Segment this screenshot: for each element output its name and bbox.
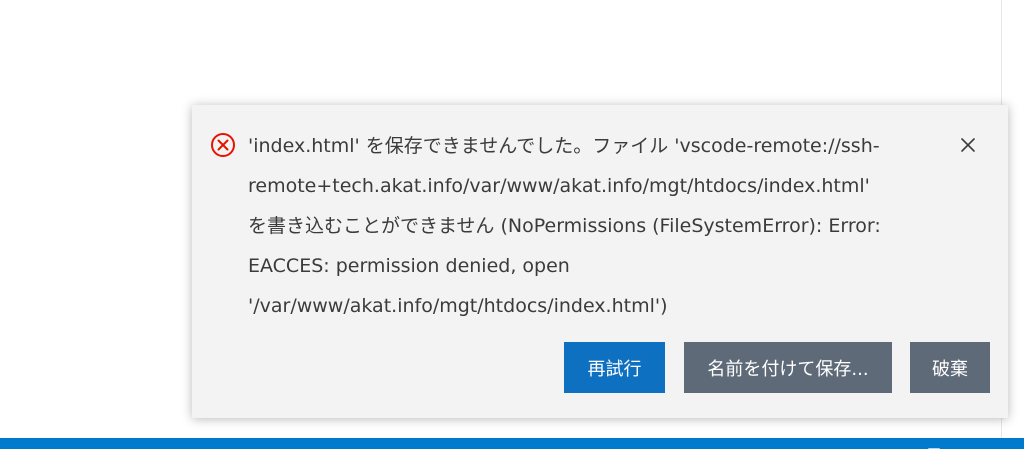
error-message-line: '/var/www/akat.info/mgt/htdocs/index.htm…	[248, 295, 668, 317]
retry-button[interactable]: 再試行	[564, 342, 665, 393]
status-feedback-icon[interactable]	[984, 441, 996, 459]
error-message-line: 'index.html' を保存できませんでした。ファイル 'vscode-re…	[248, 135, 880, 157]
error-icon	[210, 132, 236, 158]
close-icon	[960, 137, 976, 157]
status-bell-icon[interactable]	[928, 441, 940, 457]
error-message: 'index.html' を保存できませんでした。ファイル 'vscode-re…	[248, 126, 918, 326]
close-notification-button[interactable]	[954, 133, 982, 161]
error-message-line: remote+tech.akat.info/var/www/akat.info/…	[248, 175, 870, 197]
error-notification-toast: 'index.html' を保存できませんでした。ファイル 'vscode-re…	[192, 105, 1008, 418]
status-bar	[0, 438, 1024, 449]
error-message-line: EACCES: permission denied, open	[248, 255, 570, 277]
save-as-button[interactable]: 名前を付けて保存...	[684, 342, 892, 393]
error-message-line: を書き込むことができません (NoPermissions (FileSystem…	[248, 215, 881, 237]
discard-button[interactable]: 破棄	[910, 342, 990, 393]
